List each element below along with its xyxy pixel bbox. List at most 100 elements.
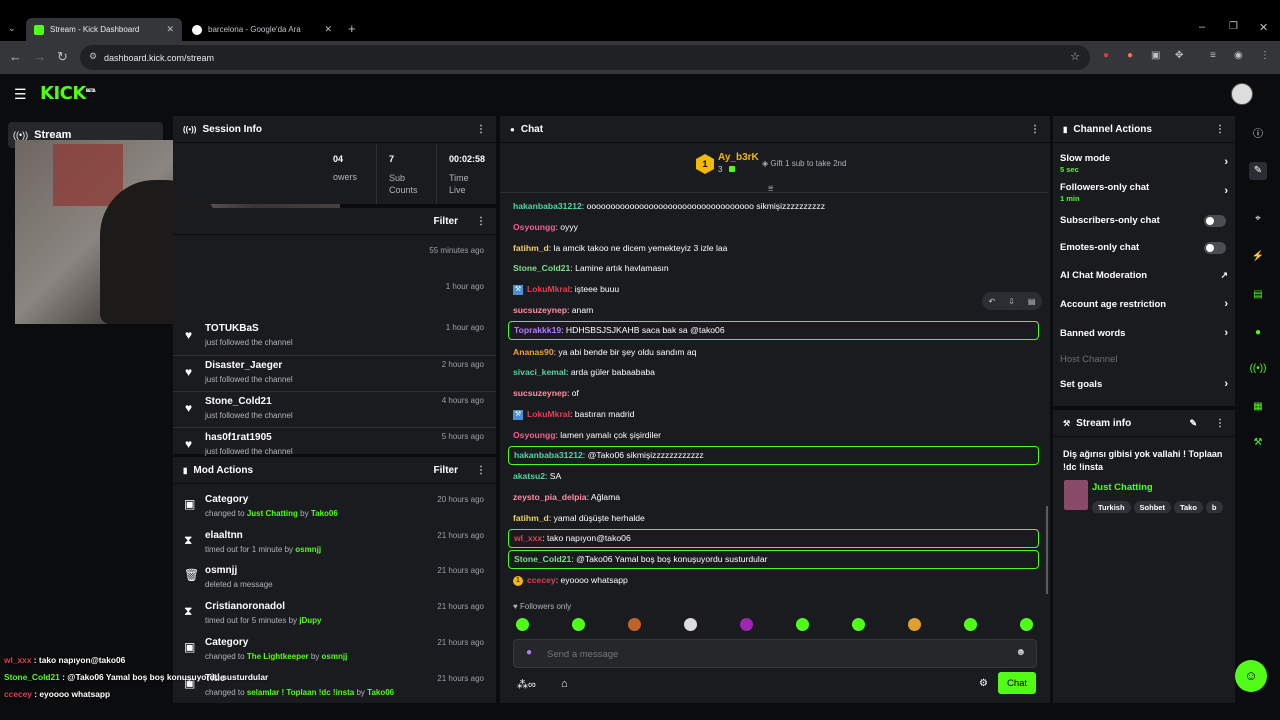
- chat-message[interactable]: Stone_Cold21: @Tako06 Yamal boş boş konu…: [508, 549, 1039, 569]
- more-options-icon[interactable]: ⋮: [1215, 124, 1225, 135]
- moderator-link[interactable]: osmnjj: [295, 545, 321, 554]
- detail-target[interactable]: Just Chatting: [247, 509, 298, 518]
- browser-menu-icon[interactable]: ⋮: [1260, 50, 1270, 61]
- emoji-picker-icon[interactable]: ☻: [1015, 647, 1026, 658]
- tab-kick-dashboard[interactable]: Stream - Kick Dashboard ✕: [26, 18, 182, 41]
- info-icon[interactable]: ⓘ: [1249, 126, 1267, 144]
- emote-icon[interactable]: [516, 618, 529, 631]
- chat-message[interactable]: zeysto_pia_delpia: Ağlama: [508, 487, 1039, 507]
- category-link[interactable]: Just Chatting: [1092, 482, 1153, 493]
- document-icon[interactable]: ▤: [1249, 286, 1267, 304]
- lightning-icon[interactable]: ⚡: [1249, 248, 1267, 266]
- extension-red-icon[interactable]: ●: [1103, 50, 1109, 61]
- chat-username[interactable]: Ananas90: [513, 347, 554, 357]
- channel-action-followers-only-chat[interactable]: Followers-only chat 1 min ›: [1060, 182, 1228, 203]
- chat-username[interactable]: akatsu2: [513, 471, 545, 481]
- chat-username[interactable]: wl_xxx: [514, 533, 542, 543]
- chat-message[interactable]: 1 ccecey: eyoooo whatsapp: [508, 570, 1039, 590]
- bookmark-star-icon[interactable]: ☆: [1070, 50, 1080, 63]
- chat-username[interactable]: Osyoungg: [513, 222, 556, 232]
- emote-icon[interactable]: [908, 618, 921, 631]
- emote-icon[interactable]: [964, 618, 977, 631]
- emote-icon[interactable]: [1020, 618, 1033, 631]
- chat-message[interactable]: Stone_Cold21: Lamine artık havlamasın: [508, 258, 1039, 278]
- close-tab-icon[interactable]: ✕: [324, 24, 332, 35]
- moderator-link[interactable]: jDupy: [299, 616, 321, 625]
- chat-message[interactable]: sucsuzeynep: anam: [508, 300, 1039, 320]
- restore-window-icon[interactable]: ❐: [1229, 21, 1238, 32]
- support-chat-button[interactable]: ☺: [1235, 660, 1267, 692]
- close-window-icon[interactable]: ✕: [1259, 21, 1268, 34]
- extensions-puzzle-icon[interactable]: ✥: [1175, 50, 1183, 61]
- kick-points-icon[interactable]: ⁂∞: [517, 678, 536, 691]
- more-options-icon[interactable]: ⋮: [1215, 418, 1225, 429]
- emote-icon[interactable]: [740, 618, 753, 631]
- more-options-icon[interactable]: ⋮: [1030, 124, 1040, 135]
- chat-username[interactable]: LokuMkral: [527, 284, 570, 294]
- chat-message[interactable]: sucsuzeynep: of: [508, 383, 1039, 403]
- chat-username[interactable]: hakanbaba31212: [514, 450, 583, 460]
- extension-orange-icon[interactable]: ●: [1127, 50, 1133, 61]
- moderator-link[interactable]: Tako06: [367, 688, 394, 697]
- chat-message[interactable]: fatihm_d: la amcik takoo ne dicem yemekt…: [508, 238, 1039, 258]
- moderator-link[interactable]: Tako06: [311, 509, 338, 518]
- event-user[interactable]: Disaster_Jaeger: [205, 360, 282, 371]
- new-tab-icon[interactable]: +: [348, 21, 356, 36]
- chat-settings-icon[interactable]: ⚙: [979, 678, 988, 689]
- channel-action-account-age-restriction[interactable]: Account age restriction ›: [1060, 298, 1228, 310]
- chat-username[interactable]: sucsuzeynep: [513, 305, 567, 315]
- broadcast-icon[interactable]: ((•)): [1249, 360, 1267, 378]
- minimize-window-icon[interactable]: –: [1199, 21, 1205, 33]
- chat-message[interactable]: Toprakkk19: HDHSBSJSJKAHB saca bak sa @t…: [508, 320, 1039, 340]
- channel-action-subscribers-only-chat[interactable]: Subscribers-only chat: [1060, 215, 1228, 227]
- media-controls-icon[interactable]: ≡: [1210, 50, 1216, 61]
- chat-username[interactable]: Stone_Cold21: [514, 554, 571, 564]
- send-chat-button[interactable]: Chat: [998, 672, 1036, 694]
- gift-prompt[interactable]: ◈ Gift 1 sub to take 2nd: [762, 159, 846, 168]
- edit-pencil-icon[interactable]: ✎: [1249, 162, 1267, 180]
- chat-username[interactable]: Osyoungg: [513, 430, 556, 440]
- wrench-icon[interactable]: ⚒: [1249, 434, 1267, 452]
- chat-message[interactable]: ⚒ LokuMkral: işteee buuu: [508, 279, 1039, 299]
- chat-message[interactable]: hakanbaba31212: @Tako06 sikmişizzzzzzzzz…: [508, 445, 1039, 465]
- moderator-link[interactable]: osmnjj: [322, 652, 348, 661]
- toggle-switch[interactable]: [1204, 215, 1226, 227]
- chat-username[interactable]: fatihm_d: [513, 513, 549, 523]
- stream-tag[interactable]: b: [1205, 501, 1223, 513]
- event-user[interactable]: Stone_Cold21: [205, 396, 272, 407]
- hamburger-menu-icon[interactable]: ☰: [14, 86, 27, 103]
- event-user[interactable]: TOTUKBaS: [205, 323, 259, 334]
- tab-search-chevron-icon[interactable]: ⌄: [8, 23, 16, 34]
- chat-message[interactable]: Osyoungg: lamen yamalı çok şişirdiler: [508, 425, 1039, 445]
- tab-google-search[interactable]: barcelona - Google'da Ara ✕: [184, 18, 340, 41]
- event-user[interactable]: has0f1rat1905: [205, 432, 272, 443]
- chat-message[interactable]: hakanbaba31212: oooooooooooooooooooooooo…: [508, 196, 1039, 216]
- toggle-switch[interactable]: [1204, 242, 1226, 254]
- chat-message[interactable]: ⚒ LokuMkral: bastıran madrid: [508, 404, 1039, 424]
- kick-logo[interactable]: KICKBETA: [40, 83, 96, 104]
- emote-icon[interactable]: [796, 618, 809, 631]
- more-options-icon[interactable]: ⋮: [476, 465, 486, 476]
- stream-tag[interactable]: Sohbet: [1133, 501, 1171, 513]
- site-info-icon[interactable]: ⚙: [89, 51, 97, 62]
- fullscreen-icon[interactable]: ⌖: [1249, 210, 1267, 228]
- edit-pencil-icon[interactable]: ✎: [1189, 418, 1197, 429]
- channel-action-ai-chat-moderation[interactable]: AI Chat Moderation ↗: [1060, 270, 1228, 281]
- forward-arrow-icon[interactable]: →: [33, 49, 46, 65]
- chat-message[interactable]: Osyoungg: oyyy: [508, 217, 1039, 237]
- close-tab-icon[interactable]: ✕: [166, 24, 174, 35]
- address-bar[interactable]: ⚙ dashboard.kick.com/stream ☆: [80, 45, 1090, 70]
- profile-icon[interactable]: ◉: [1234, 50, 1243, 61]
- extension-grey-icon[interactable]: ▣: [1151, 50, 1160, 61]
- channel-action-set-goals[interactable]: Set goals ›: [1060, 378, 1228, 390]
- chat-message[interactable]: wl_xxx: tako napıyon@tako06: [508, 528, 1039, 548]
- reload-icon[interactable]: ↻: [57, 49, 68, 65]
- chat-username[interactable]: ccecey: [527, 575, 556, 585]
- chat-username[interactable]: zeysto_pia_delpia: [513, 492, 587, 502]
- delete-icon[interactable]: ▤: [1028, 297, 1036, 306]
- more-options-icon[interactable]: ⋮: [476, 124, 486, 135]
- filter-button[interactable]: Filter: [434, 216, 458, 227]
- chat-input-box[interactable]: ● ☻: [513, 639, 1037, 668]
- emote-icon[interactable]: [852, 618, 865, 631]
- chat-bubble-icon[interactable]: ●: [1249, 324, 1267, 342]
